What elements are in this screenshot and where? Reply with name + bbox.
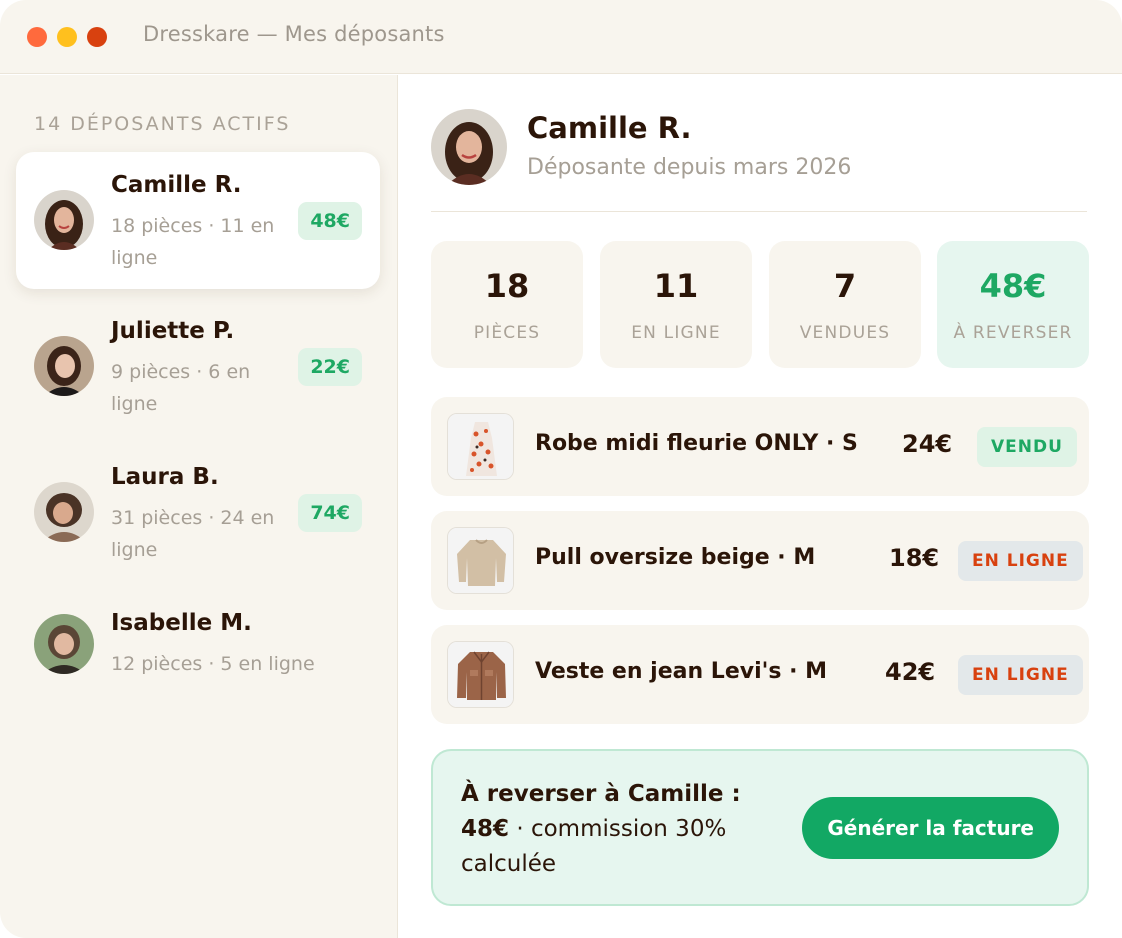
payout-summary: À reverser à Camille : 48€ · commission … [461,777,781,882]
item-row[interactable]: Robe midi fleurie ONLY · S 24€ VENDU [431,397,1089,496]
payout-amount: 48€ [461,816,510,842]
amount-badge: 74€ [298,494,362,532]
stat-sold: 7 VENDUES [769,241,921,368]
window-title: Dresskare — Mes déposants [143,22,445,46]
stat-label: PIÈCES [473,323,541,343]
payout-panel: À reverser à Camille : 48€ · commission … [431,749,1089,906]
title-bar: Dresskare — Mes déposants [0,0,1122,74]
stat-label: VENDUES [799,323,891,343]
avatar [34,190,94,250]
depositor-name: Isabelle M. [111,610,252,636]
stat-value: 18 [484,267,530,305]
minimize-window-button[interactable] [57,27,77,47]
depositor-detail: Camille R. Déposante depuis mars 2026 18… [399,75,1122,938]
divider [431,211,1087,212]
sweater-thumbnail [447,527,514,594]
item-title: Robe midi fleurie ONLY · S [535,431,858,456]
depositor-name: Juliette P. [111,318,235,344]
depositor-name: Camille R. [111,172,242,198]
app-window: Dresskare — Mes déposants 14 DÉPOSANTS A… [0,0,1122,938]
depositor-meta: 31 pièces · 24 en ligne [111,507,275,561]
stat-label: EN LIGNE [631,323,721,343]
generate-invoice-button[interactable]: Générer la facture [802,797,1059,859]
dress-thumbnail [447,413,514,480]
sidebar-heading: 14 DÉPOSANTS ACTIFS [34,113,291,135]
depositor-item-camille[interactable]: Camille R. 18 pièces · 11 en ligne 48€ [16,152,380,289]
item-price: 42€ [885,658,936,686]
stat-pieces: 18 PIÈCES [431,241,583,368]
amount-badge: 22€ [298,348,362,386]
item-price: 24€ [902,430,953,458]
amount-badge: 48€ [298,202,362,240]
item-title: Veste en jean Levi's · M [535,659,828,684]
status-badge: EN LIGNE [958,541,1083,581]
avatar [34,336,94,396]
depositor-meta: 9 pièces · 6 en ligne [111,361,251,415]
stat-value: 11 [653,267,699,305]
status-badge: EN LIGNE [958,655,1083,695]
depositor-meta: 18 pièces · 11 en ligne [111,215,275,269]
stat-value: 7 [833,267,857,305]
item-title: Pull oversize beige · M [535,545,816,570]
stat-label: À REVERSER [953,323,1073,343]
profile-subtitle: Déposante depuis mars 2026 [527,155,852,180]
stat-to-pay: 48€ À REVERSER [937,241,1089,368]
depositor-item-laura[interactable]: Laura B. 31 pièces · 24 en ligne 74€ [16,444,380,581]
close-window-button[interactable] [27,27,47,47]
depositor-item-juliette[interactable]: Juliette P. 9 pièces · 6 en ligne 22€ [16,298,380,435]
payout-heading: À reverser à Camille : [461,781,741,807]
depositor-name: Laura B. [111,464,219,490]
avatar [34,614,94,674]
avatar [34,482,94,542]
status-badge: VENDU [977,427,1077,467]
item-row[interactable]: Pull oversize beige · M 18€ EN LIGNE [431,511,1089,610]
profile-name: Camille R. [527,111,692,145]
jacket-thumbnail [447,641,514,708]
profile-avatar [431,109,507,185]
item-price: 18€ [889,544,940,572]
depositors-sidebar: 14 DÉPOSANTS ACTIFS Camille R. 18 pièces… [0,75,398,938]
stat-value: 48€ [979,267,1047,305]
maximize-window-button[interactable] [87,27,107,47]
depositor-item-isabelle[interactable]: Isabelle M. 12 pièces · 5 en ligne [16,590,380,727]
item-row[interactable]: Veste en jean Levi's · M 42€ EN LIGNE [431,625,1089,724]
depositor-meta: 12 pièces · 5 en ligne [111,653,315,675]
stat-online: 11 EN LIGNE [600,241,752,368]
